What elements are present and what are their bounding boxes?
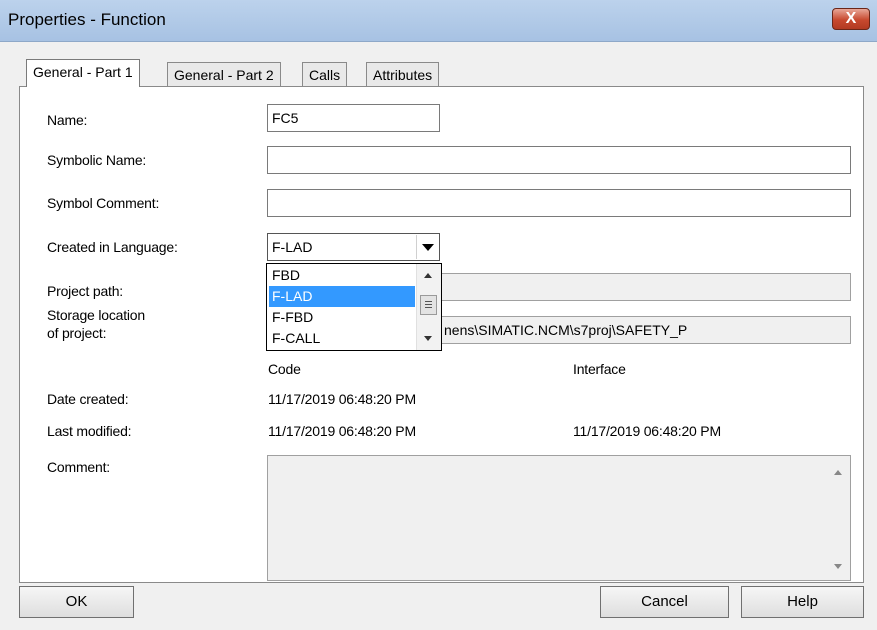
name-label: Name: xyxy=(47,112,88,128)
code-header: Code xyxy=(268,361,301,377)
tab-attributes[interactable]: Attributes xyxy=(366,62,440,86)
last-modified-code: 11/17/2019 06:48:20 PM xyxy=(268,423,416,439)
name-input[interactable]: FC5 xyxy=(267,104,440,132)
language-option-f-lad[interactable]: F-LAD xyxy=(269,286,415,307)
storage-location-label-2: of project: xyxy=(47,325,107,341)
close-icon: X xyxy=(845,10,857,27)
comment-label: Comment: xyxy=(47,459,110,475)
language-option-f-call[interactable]: F-CALL xyxy=(269,328,415,349)
scroll-thumb[interactable] xyxy=(420,295,437,315)
last-modified-interface: 11/17/2019 06:48:20 PM xyxy=(573,423,721,439)
date-created-label: Date created: xyxy=(47,391,129,407)
title-bar: Properties - Function X xyxy=(0,0,877,42)
chevron-down-icon xyxy=(422,244,434,251)
comment-textarea[interactable] xyxy=(267,455,851,581)
symbol-comment-label: Symbol Comment: xyxy=(47,195,160,211)
date-created-code: 11/17/2019 06:48:20 PM xyxy=(268,391,416,407)
symbolic-name-input[interactable] xyxy=(267,146,851,174)
project-path-label: Project path: xyxy=(47,283,123,299)
symbol-comment-input[interactable] xyxy=(267,189,851,217)
scroll-down-icon[interactable] xyxy=(834,564,842,569)
language-option-fbd[interactable]: FBD xyxy=(269,265,415,286)
scroll-up-icon[interactable] xyxy=(834,470,842,475)
language-dropdown-list: FBD F-LAD F-FBD F-CALL xyxy=(266,263,442,351)
window-title: Properties - Function xyxy=(8,10,166,29)
dropdown-scrollbar[interactable] xyxy=(416,264,441,350)
scroll-up-icon[interactable] xyxy=(424,273,432,278)
tab-general-part-1[interactable]: General - Part 1 xyxy=(26,59,140,87)
last-modified-label: Last modified: xyxy=(47,423,132,439)
dropdown-button[interactable] xyxy=(416,235,438,259)
scroll-down-icon[interactable] xyxy=(424,336,432,341)
tab-calls[interactable]: Calls xyxy=(302,62,348,86)
language-option-f-fbd[interactable]: F-FBD xyxy=(269,307,415,328)
language-select[interactable]: F-LAD xyxy=(267,233,440,261)
cancel-button[interactable]: Cancel xyxy=(600,586,729,618)
storage-location-label: Storage location xyxy=(47,307,145,323)
language-label: Created in Language: xyxy=(47,239,178,255)
symbolic-name-label: Symbolic Name: xyxy=(47,152,147,168)
interface-header: Interface xyxy=(573,361,626,377)
help-button[interactable]: Help xyxy=(741,586,864,618)
ok-button[interactable]: OK xyxy=(19,586,134,618)
close-button[interactable]: X xyxy=(832,8,870,30)
tab-general-part-2[interactable]: General - Part 2 xyxy=(167,62,281,86)
